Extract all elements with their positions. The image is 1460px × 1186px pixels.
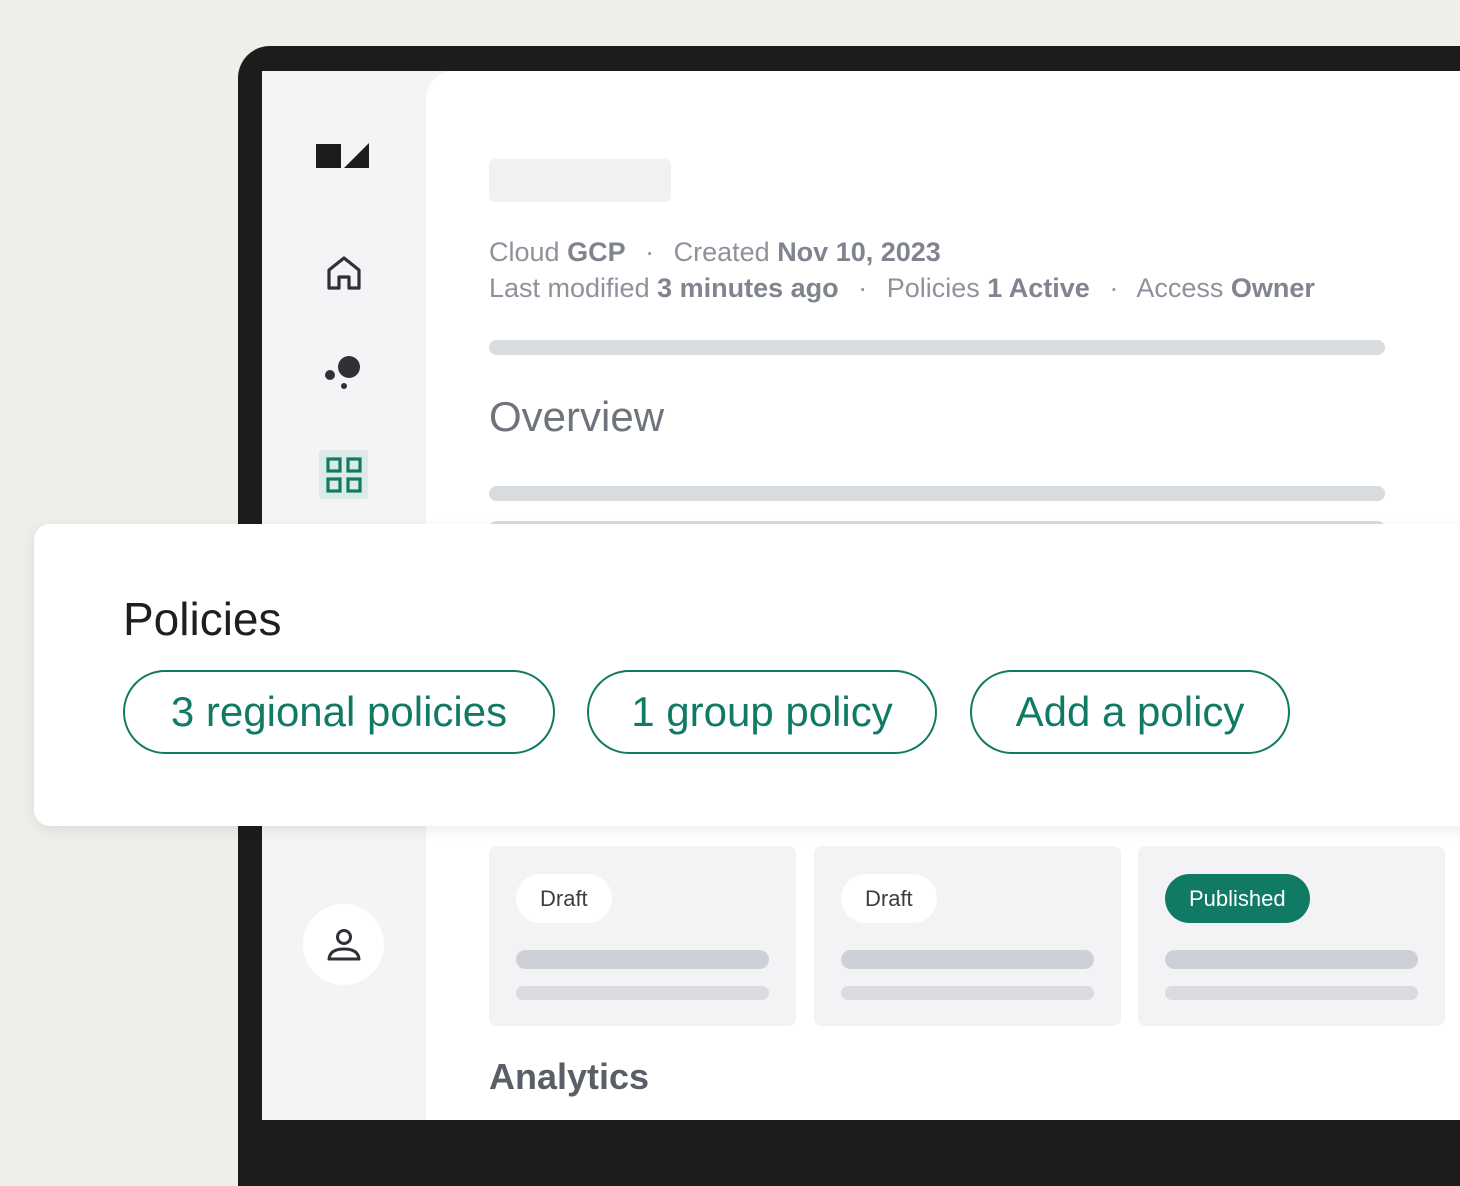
home-icon[interactable]: [322, 251, 366, 295]
add-policy-button[interactable]: Add a policy: [970, 670, 1290, 754]
modified-label: Last modified: [489, 273, 650, 303]
separator: ·: [645, 237, 655, 267]
logo-icon[interactable]: [316, 141, 372, 171]
group-policy-button[interactable]: 1 group policy: [587, 670, 937, 754]
meta-line-1: Cloud GCP · Created Nov 10, 2023: [489, 237, 941, 268]
skeleton-bar: [489, 486, 1385, 501]
grid-icon[interactable]: [319, 450, 368, 499]
status-card[interactable]: Published: [1138, 846, 1445, 1026]
skeleton-line: [1165, 986, 1418, 1000]
access-value: Owner: [1230, 273, 1315, 303]
skeleton-line: [1165, 950, 1418, 969]
regional-policies-button[interactable]: 3 regional policies: [123, 670, 555, 754]
overview-heading: Overview: [489, 393, 665, 440]
analytics-heading: Analytics: [489, 1056, 650, 1097]
modified-value: 3 minutes ago: [657, 273, 839, 303]
status-badge: Draft: [516, 874, 612, 923]
status-badge: Draft: [841, 874, 937, 923]
skeleton-line: [516, 986, 769, 1000]
divider-bar: [489, 340, 1385, 355]
skeleton-line: [841, 950, 1094, 969]
separator: ·: [858, 273, 868, 303]
status-badge: Published: [1165, 874, 1310, 923]
skeleton-line: [516, 950, 769, 969]
policies-card: Policies 3 regional policies 1 group pol…: [34, 524, 1460, 826]
created-value: Nov 10, 2023: [777, 237, 941, 267]
separator: ·: [1109, 273, 1119, 303]
title-placeholder: [489, 159, 671, 202]
access-label: Access: [1136, 273, 1224, 303]
policies-value: 1 Active: [987, 273, 1090, 303]
policies-title: Policies: [123, 593, 282, 645]
policies-label: Policies: [886, 273, 980, 303]
skeleton-line: [841, 986, 1094, 1000]
user-icon[interactable]: [303, 904, 384, 985]
status-card[interactable]: Draft: [489, 846, 796, 1026]
cloud-label: Cloud: [489, 237, 560, 267]
meta-line-2: Last modified 3 minutes ago · Policies 1…: [489, 273, 1315, 304]
status-card[interactable]: Draft: [814, 846, 1121, 1026]
nodes-icon[interactable]: [322, 351, 366, 395]
created-label: Created: [673, 237, 770, 267]
cloud-value: GCP: [567, 237, 626, 267]
